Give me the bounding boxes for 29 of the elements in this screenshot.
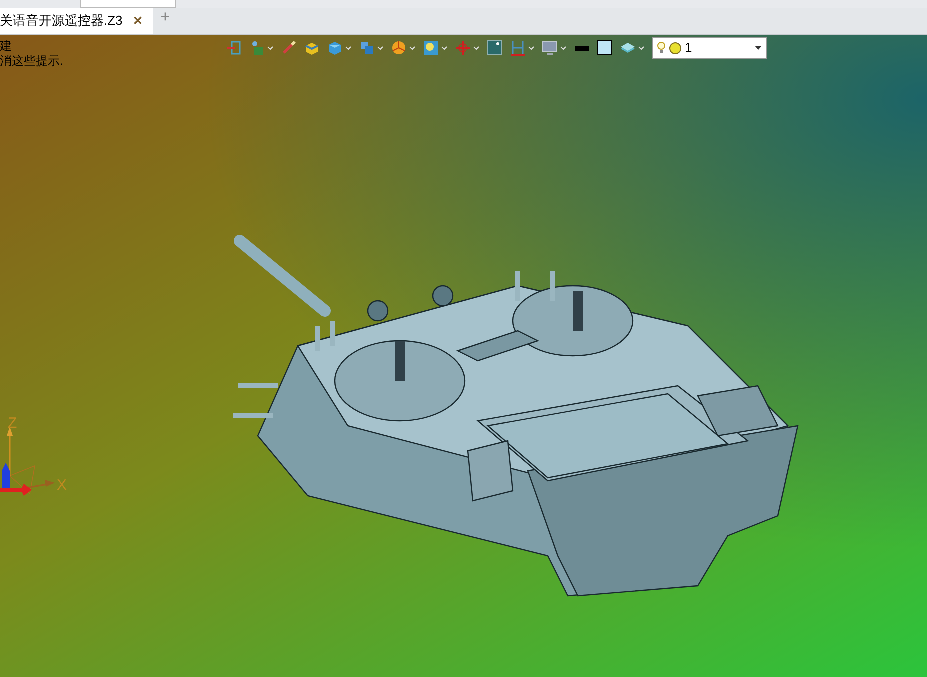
lightbulb-icon (657, 41, 666, 55)
cube-icon[interactable] (327, 40, 343, 56)
layer-value: 1 (685, 39, 694, 58)
fill-color-icon[interactable] (597, 40, 613, 56)
frame-icon[interactable] (487, 40, 503, 56)
chevron-down-icon[interactable] (473, 46, 480, 50)
chevron-down-icon[interactable] (528, 46, 535, 50)
layer-icon[interactable] (620, 40, 636, 56)
hint-text: 建 (0, 39, 13, 54)
close-button[interactable]: ✕ (132, 12, 143, 30)
chevron-down-icon[interactable] (345, 46, 352, 50)
axis-triad-drawing: Z X (0, 416, 70, 500)
chevron-down-icon[interactable] (267, 46, 274, 50)
hint-text: 消这些提示. (0, 54, 64, 69)
chevron-down-icon[interactable] (638, 46, 645, 50)
layer-dropdown[interactable]: 1 (652, 37, 767, 59)
monitor-icon[interactable] (542, 40, 558, 56)
box-icon[interactable] (304, 40, 320, 56)
circle-icon (669, 42, 682, 54)
pie-icon[interactable] (391, 40, 407, 56)
command-field[interactable] (80, 0, 176, 8)
document-tab[interactable]: 关语音开源遥控器.Z3 ✕ (0, 8, 153, 34)
chevron-down-icon[interactable] (441, 46, 448, 50)
chevron-down-icon[interactable] (409, 46, 416, 50)
chevron-down-icon[interactable] (560, 46, 567, 50)
zoom-icon[interactable] (423, 40, 439, 56)
dropdown-arrow-icon[interactable] (755, 46, 762, 50)
chevron-down-icon[interactable] (377, 46, 384, 50)
brush-icon[interactable] (281, 40, 297, 56)
